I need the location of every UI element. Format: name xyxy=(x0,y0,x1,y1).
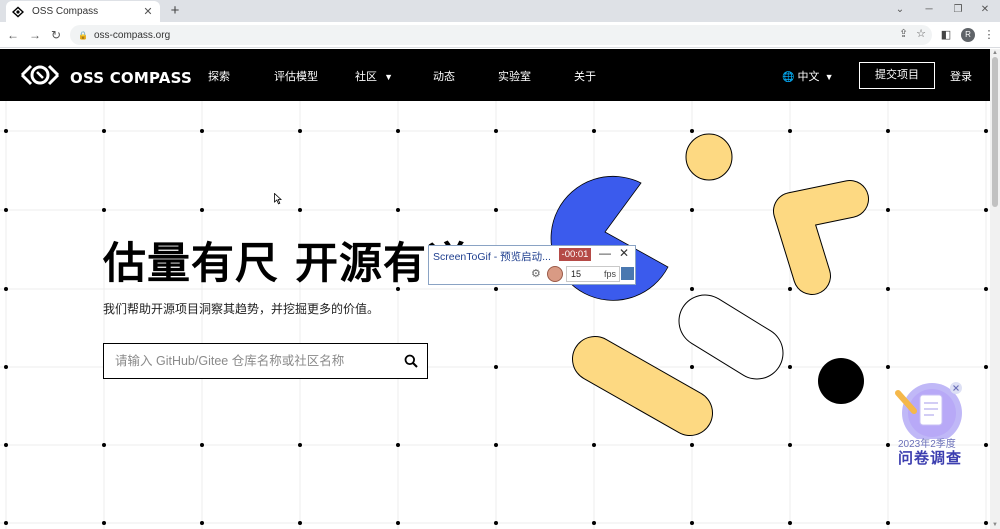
nav-community[interactable]: 社区 ▼ xyxy=(355,68,393,84)
forward-icon[interactable]: → xyxy=(27,27,43,43)
search-box xyxy=(103,343,428,379)
nav-community-label: 社区 xyxy=(355,71,377,83)
bookmark-star-icon[interactable]: ☆ xyxy=(916,27,926,40)
close-window-icon[interactable]: ✕ xyxy=(970,0,1000,20)
hero-subtitle: 我们帮助开源项目洞察其趋势，并挖掘更多的价值。 xyxy=(103,302,380,316)
fps-unit: fps xyxy=(603,269,616,279)
fps-value: 15 xyxy=(571,269,582,279)
scroll-down-icon[interactable]: ▼ xyxy=(992,522,998,528)
survey-illustration-icon xyxy=(895,382,962,443)
scroll-up-icon[interactable]: ▲ xyxy=(992,50,998,56)
submit-project-button[interactable]: 提交项目 xyxy=(859,62,935,89)
login-link[interactable]: 登录 xyxy=(950,68,972,84)
mouse-cursor-icon xyxy=(274,193,282,205)
caret-down-icon: ▼ xyxy=(824,72,834,82)
logo-text: OSS COMPASS xyxy=(70,68,192,87)
browser-menu-icon[interactable]: ⋮ xyxy=(981,27,997,43)
share-icon[interactable]: ⇪ xyxy=(899,27,908,40)
browser-tab-strip: OSS Compass ✕ + ⌄ ─ ❐ ✕ xyxy=(0,0,1000,22)
search-icon[interactable] xyxy=(395,344,427,378)
record-button[interactable] xyxy=(547,266,563,282)
lock-icon: 🔒 xyxy=(78,30,88,40)
nav-lab[interactable]: 实验室 xyxy=(498,68,531,84)
scroll-thumb[interactable] xyxy=(992,57,998,207)
new-tab-icon[interactable]: + xyxy=(166,2,184,20)
url-text: oss-compass.org xyxy=(94,29,171,41)
site-logo[interactable]: OSS COMPASS xyxy=(20,62,192,93)
browser-tab[interactable]: OSS Compass ✕ xyxy=(6,1,160,22)
browser-toolbar: ← → ↻ 🔒 oss-compass.org ⇪ ☆ ◧ R ⋮ xyxy=(0,22,1000,48)
hero-section: 估量有尺 开源有道 我们帮助开源项目洞察其趋势，并挖掘更多的价值。 2023年2… xyxy=(0,101,990,529)
language-label: 中文 xyxy=(797,71,820,83)
compass-logo-icon xyxy=(20,62,60,93)
profile-avatar[interactable]: R xyxy=(961,28,975,42)
survey-title: 问卷调查 xyxy=(898,450,963,467)
tab-close-icon[interactable]: ✕ xyxy=(142,5,154,18)
caret-down-icon: ▼ xyxy=(384,72,393,82)
side-panel-icon[interactable]: ◧ xyxy=(938,27,954,43)
compass-favicon-icon xyxy=(12,6,24,18)
yellow-circle-shape xyxy=(685,133,733,181)
back-icon[interactable]: ← xyxy=(5,27,21,43)
black-circle-shape xyxy=(818,358,864,404)
tab-title: OSS Compass xyxy=(32,6,99,17)
site-header: OSS COMPASS 探索 评估模型 社区 ▼ 动态 实验室 关于 🌐 中文 … xyxy=(0,49,990,101)
survey-floating-badge[interactable]: 2023年2季度 问卷调查 xyxy=(890,381,970,471)
nav-news[interactable]: 动态 xyxy=(433,68,455,84)
nav-about[interactable]: 关于 xyxy=(574,68,596,84)
screentogif-close-icon[interactable]: ✕ xyxy=(619,246,629,260)
minimize-window-icon[interactable]: ─ xyxy=(914,0,944,20)
restore-window-icon[interactable]: ❐ xyxy=(943,0,973,20)
nav-explore[interactable]: 探索 xyxy=(208,68,230,84)
settings-gear-icon[interactable]: ⚙ xyxy=(531,267,541,280)
globe-icon: 🌐 xyxy=(782,72,795,83)
screentogif-title: ScreenToGif - 预览启动... xyxy=(433,251,551,263)
nav-evaluation-model[interactable]: 评估模型 xyxy=(274,68,318,84)
search-input[interactable] xyxy=(104,344,395,378)
screentogif-window: ScreenToGif - 预览启动... -00:01 — ✕ ⚙ 15 fp… xyxy=(428,245,636,285)
screentogif-minimize-icon[interactable]: — xyxy=(599,246,611,260)
page-scrollbar[interactable]: ▲ ▼ xyxy=(990,49,1000,529)
language-switcher[interactable]: 🌐 中文 ▼ xyxy=(782,68,834,84)
hero-headline: 估量有尺 开源有道 xyxy=(103,239,471,289)
stop-button[interactable] xyxy=(621,267,634,280)
fps-input[interactable]: 15 fps xyxy=(566,266,620,282)
screentogif-timer: -00:01 xyxy=(559,248,591,261)
reload-icon[interactable]: ↻ xyxy=(48,27,64,43)
address-bar[interactable]: 🔒 oss-compass.org ⇪ ☆ xyxy=(70,25,932,45)
tab-search-icon[interactable]: ⌄ xyxy=(885,0,915,20)
